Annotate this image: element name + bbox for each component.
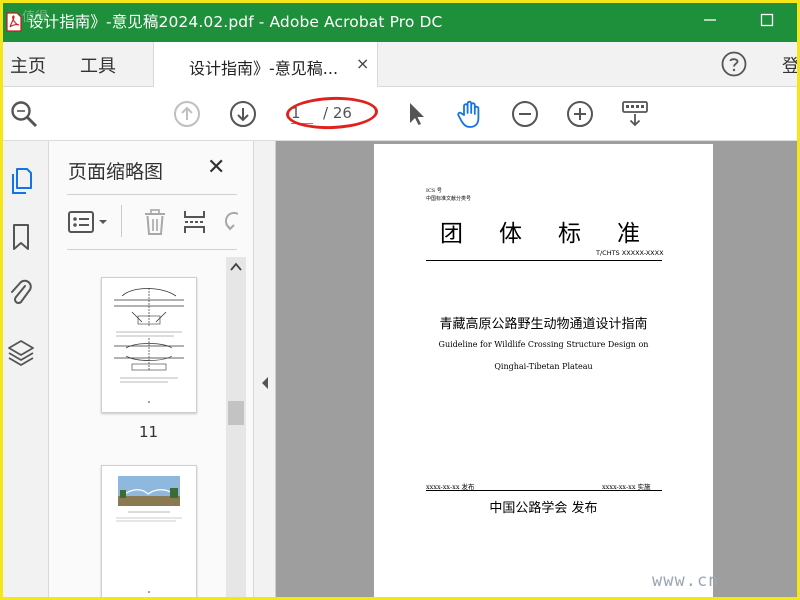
document-tab[interactable]: 设计指南》-意见稿... ×: [153, 42, 378, 87]
thumbnail-panel: 页面缩略图 ✕ 11: [49, 141, 254, 600]
search-zoom-icon[interactable]: [9, 99, 39, 129]
previous-page-icon[interactable]: [172, 99, 202, 129]
doc-rule: [426, 260, 662, 261]
collapse-arrow-icon[interactable]: [260, 375, 270, 394]
divider: [121, 205, 122, 237]
select-cursor-icon[interactable]: [401, 99, 431, 129]
divider: [67, 249, 237, 250]
next-page-icon[interactable]: [228, 99, 258, 129]
help-icon[interactable]: [721, 51, 747, 77]
menu-tools[interactable]: 工具: [80, 52, 116, 78]
minimize-button[interactable]: [700, 10, 720, 30]
extract-pages-icon[interactable]: [181, 207, 209, 237]
page-thumbnail[interactable]: [101, 465, 197, 600]
zoom-in-icon[interactable]: [565, 99, 595, 129]
doc-title-en: Guideline for Wildlife Crossing Structur…: [438, 340, 649, 349]
pdf-page: ICS 号 中国标准文献分类号 团 体 标 准 T/CHTS XXXXX-XXX…: [374, 144, 713, 600]
scroll-thumb[interactable]: [228, 401, 244, 425]
document-view[interactable]: ICS 号 中国标准文献分类号 团 体 标 准 T/CHTS XXXXX-XXX…: [276, 141, 800, 600]
attachment-icon[interactable]: [6, 277, 36, 309]
doc-ics: ICS 号: [426, 188, 442, 194]
watermark-logo-text: 值得: [22, 10, 49, 25]
hand-tool-icon[interactable]: [455, 99, 485, 129]
doc-heading-char: 团: [440, 221, 463, 247]
trash-icon[interactable]: [141, 207, 169, 237]
doc-heading: 团 体 标 准: [440, 214, 640, 248]
watermark-url: www.cn: [652, 571, 720, 591]
active-indicator: [0, 163, 3, 199]
bookmark-icon[interactable]: [6, 221, 36, 253]
panel-title: 页面缩略图: [68, 161, 164, 183]
layers-icon[interactable]: [6, 336, 36, 368]
thumbnail-options-icon[interactable]: [67, 207, 113, 237]
scroll-up-icon[interactable]: [226, 257, 246, 277]
zoom-out-icon[interactable]: [510, 99, 540, 129]
navigation-rail: [0, 141, 49, 600]
document-tab-label: 设计指南》-意见稿...: [189, 59, 339, 78]
doc-publisher: 中国公路学会 发布: [489, 501, 598, 516]
page-thumbnail[interactable]: [101, 277, 197, 413]
doc-heading-char: 准: [617, 221, 640, 247]
menu-home[interactable]: 主页: [10, 52, 46, 78]
doc-classification: 中国标准文献分类号: [426, 196, 472, 202]
doc-standard-number: T/CHTS XXXXX-XXXX: [596, 249, 664, 257]
divider: [67, 194, 237, 195]
doc-heading-char: 标: [558, 221, 581, 247]
tab-close-icon[interactable]: ×: [356, 54, 369, 73]
rotate-icon[interactable]: [219, 207, 239, 237]
keyboard-scroll-icon[interactable]: [620, 99, 650, 129]
doc-rule: [426, 490, 662, 491]
title-bar: 设计指南》-意见稿2024.02.pdf - Adobe Acrobat Pro…: [0, 0, 800, 42]
thumbnail-scrollbar[interactable]: [226, 257, 246, 600]
thumbnail-page-number: 11: [139, 423, 159, 441]
window-title: 设计指南》-意见稿2024.02.pdf - Adobe Acrobat Pro…: [28, 13, 443, 31]
panel-close-icon[interactable]: ✕: [207, 155, 225, 180]
panel-collapse-strip[interactable]: [254, 141, 276, 600]
tab-bar: 主页 工具 设计指南》-意见稿... × 登: [0, 42, 800, 87]
acrobat-icon: [4, 10, 24, 34]
doc-heading-char: 体: [499, 221, 522, 247]
maximize-button[interactable]: [757, 10, 777, 30]
doc-title-cn: 青藏高原公路野生动物通道设计指南: [439, 317, 648, 332]
toolbar: 1 / 26: [0, 87, 800, 141]
pages-thumbnail-icon[interactable]: [6, 165, 36, 197]
menu-login[interactable]: 登: [782, 52, 800, 78]
doc-title-en: Qinghai-Tibetan Plateau: [494, 362, 593, 371]
